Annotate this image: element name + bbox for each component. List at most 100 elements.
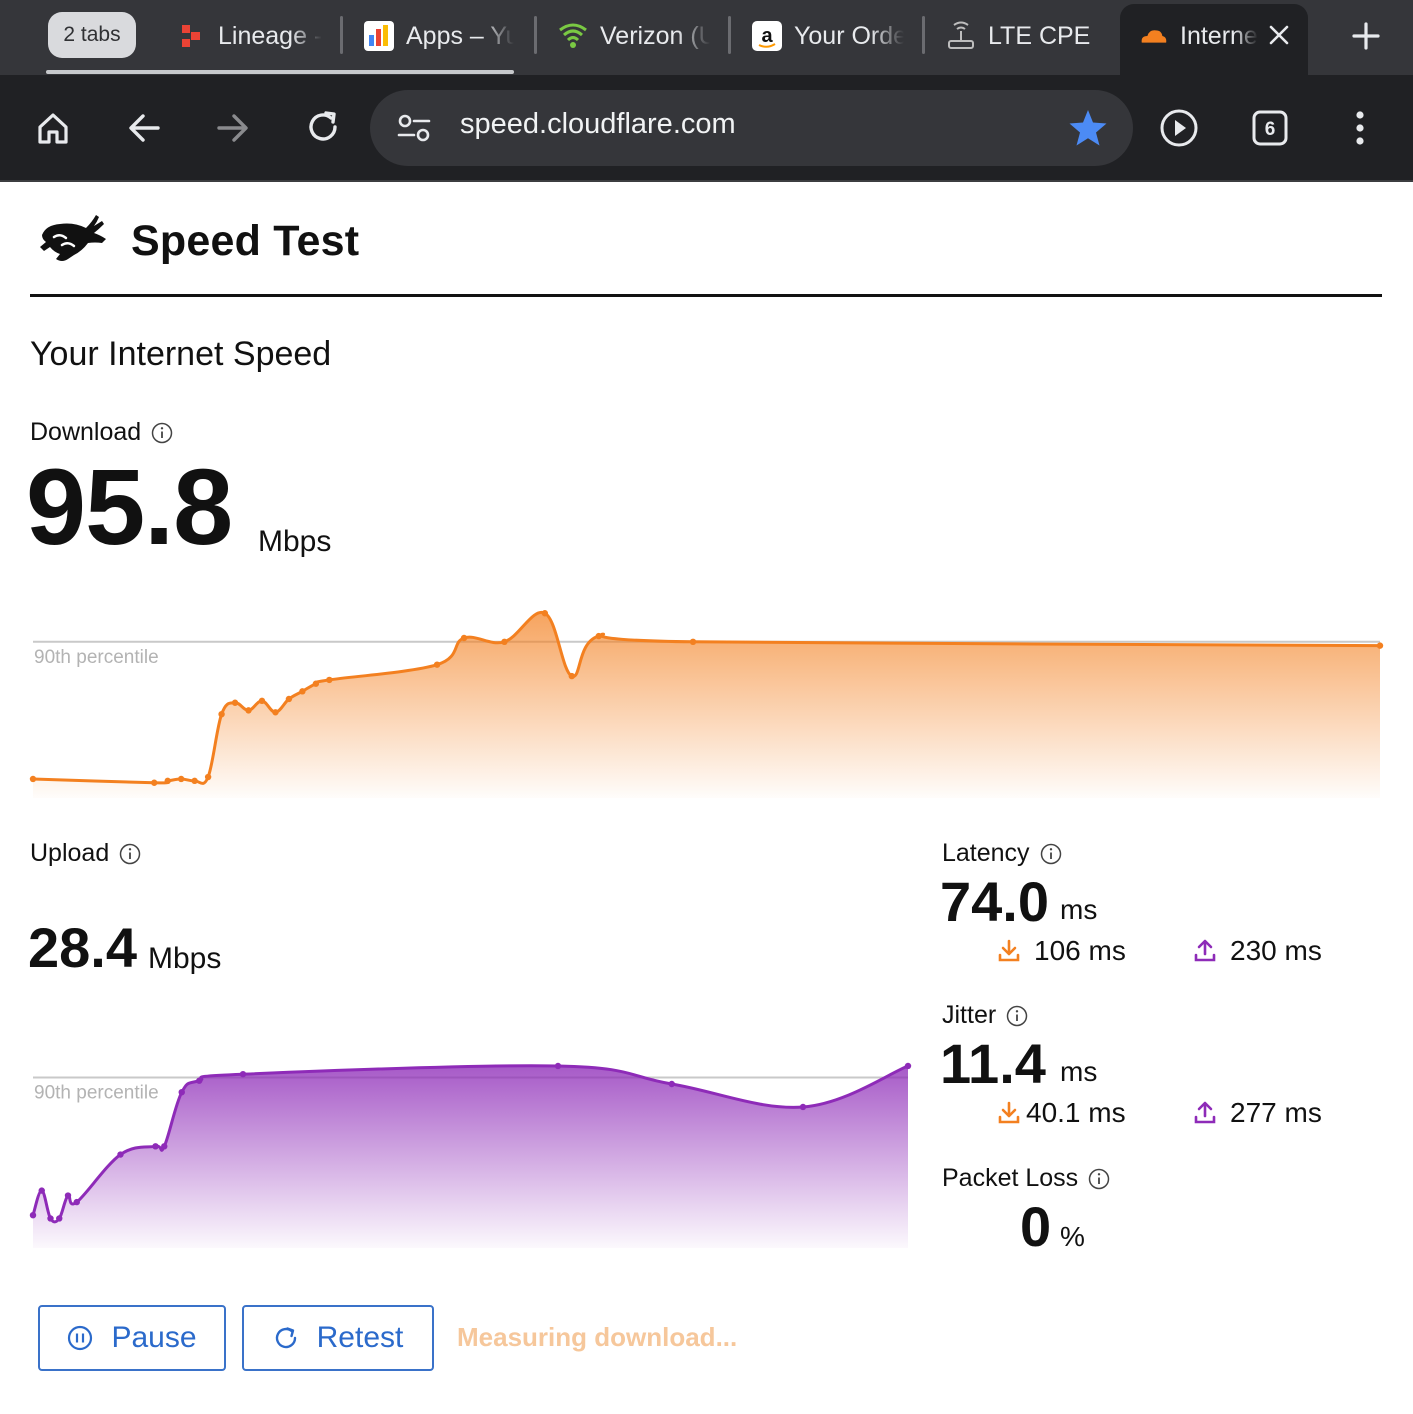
section-title: Your Internet Speed: [30, 335, 332, 373]
latency-value: 74.0: [940, 870, 1049, 933]
tab-title: Apps – Yu: [406, 21, 514, 50]
bookmark-button[interactable]: [1066, 106, 1110, 150]
browser-toolbar: speed.cloudflare.com 6: [0, 75, 1413, 182]
download-data-point: [285, 695, 293, 703]
download-data-point: [433, 661, 441, 668]
svg-text:a: a: [761, 25, 773, 47]
upload-data-point: [554, 1062, 562, 1070]
latency-label: Latency: [942, 839, 1062, 868]
tab-group-chip[interactable]: 2 tabs: [48, 12, 136, 58]
menu-button[interactable]: [1334, 102, 1386, 154]
star-icon: [1069, 110, 1107, 146]
jitter-unit: ms: [1060, 1056, 1098, 1087]
download-data-point: [541, 610, 549, 617]
tab-lte-cpe[interactable]: LTE CPE: [946, 14, 1096, 58]
jitter-download-value: 40.1 ms: [1026, 1097, 1126, 1128]
site-info-button[interactable]: [394, 110, 434, 146]
close-tab-button[interactable]: [1263, 18, 1295, 52]
info-icon[interactable]: [119, 843, 141, 865]
plus-icon: [1352, 22, 1380, 50]
pause-label: Pause: [111, 1321, 197, 1354]
tab-title: Interne: [1180, 21, 1258, 50]
download-data-point: [218, 710, 225, 718]
retest-button[interactable]: Retest: [242, 1305, 434, 1371]
tab-title: Verizon (U: [600, 21, 710, 50]
status-text: Measuring download...: [457, 1322, 738, 1352]
latency-upload-value: 230 ms: [1230, 935, 1322, 966]
upload-data-point: [117, 1151, 124, 1158]
page-title: Speed Test: [131, 217, 360, 265]
address-bar[interactable]: speed.cloudflare.com: [370, 90, 1133, 166]
download-label: Download: [30, 418, 173, 447]
tab-amazon[interactable]: a Your Orde: [752, 14, 904, 58]
home-button[interactable]: [27, 102, 79, 154]
download-data-point: [1376, 642, 1384, 649]
upload-data-point: [47, 1215, 54, 1222]
media-play-button[interactable]: [1153, 102, 1205, 154]
tab-title: Your Orde: [794, 21, 904, 50]
download-data-point: [568, 672, 575, 680]
retest-label: Retest: [316, 1321, 404, 1354]
download-data-point: [460, 634, 468, 642]
jitter-upload-value: 277 ms: [1230, 1097, 1322, 1128]
info-icon[interactable]: [151, 422, 173, 444]
arrow-right-icon: [217, 114, 248, 142]
packet-loss-label-text: Packet Loss: [942, 1164, 1079, 1192]
download-data-point: [204, 773, 212, 781]
download-data-point: [299, 688, 306, 695]
tab-verizon[interactable]: Verizon (U: [558, 14, 710, 58]
lineage-icon: [176, 21, 206, 51]
percentile-label: 90th percentile: [34, 647, 159, 668]
reload-icon: [309, 111, 337, 141]
info-icon[interactable]: [1006, 1005, 1028, 1027]
tab-strip: 2 tabs Lineage - Apps – Yu Verizon (U a …: [0, 0, 1413, 75]
url-text[interactable]: speed.cloudflare.com: [460, 108, 736, 141]
info-icon[interactable]: [1088, 1168, 1110, 1190]
upload-data-point: [38, 1187, 45, 1194]
upload-area: [33, 1065, 908, 1248]
download-label-text: Download: [30, 418, 142, 446]
download-data-point: [501, 638, 508, 646]
jitter-value: 11.4: [940, 1032, 1046, 1095]
tune-icon: [397, 114, 431, 142]
tab-switcher-button[interactable]: 6: [1244, 102, 1296, 154]
percentile-label: 90th percentile: [34, 1082, 159, 1103]
packet-loss-label: Packet Loss: [942, 1164, 1110, 1193]
speed-test-page: Speed Test Your Internet Speed Download …: [0, 183, 1413, 1414]
forward-button[interactable]: [207, 102, 259, 154]
download-data-point: [231, 699, 239, 706]
tab-apps[interactable]: Apps – Yu: [364, 14, 514, 58]
info-icon[interactable]: [1040, 843, 1062, 865]
arrow-left-icon: [129, 114, 160, 142]
download-data-point: [312, 680, 320, 687]
wifi-icon: [558, 21, 588, 51]
amazon-icon: a: [752, 21, 782, 51]
download-unit: Mbps: [258, 525, 332, 558]
apps-icon: [364, 21, 394, 51]
jitter-download: 40.1 ms: [998, 1097, 1126, 1129]
download-data-point: [595, 632, 602, 640]
tab-lineage[interactable]: Lineage -: [176, 14, 324, 58]
tab-separator: [534, 16, 537, 54]
latency-download: 106 ms: [998, 935, 1126, 967]
upload-data-point: [799, 1103, 807, 1111]
upload-unit: Mbps: [148, 942, 222, 975]
reload-button[interactable]: [297, 101, 349, 153]
upload-data-point: [904, 1062, 912, 1070]
pause-button[interactable]: Pause: [38, 1305, 226, 1371]
tab-internet[interactable]: Interne: [1138, 14, 1260, 58]
back-button[interactable]: [118, 102, 170, 154]
download-data-point: [689, 638, 697, 646]
tab-title: Lineage -: [218, 21, 323, 50]
upload-data-point: [64, 1192, 72, 1199]
latency-upload: 230 ms: [1194, 935, 1322, 967]
download-data-point: [151, 779, 158, 786]
packet-loss-value: 0: [1020, 1195, 1052, 1258]
upload-value: 28.4: [28, 916, 137, 979]
download-chart: 90th percentile: [0, 583, 1413, 808]
new-tab-button[interactable]: [1345, 16, 1387, 56]
latency-label-text: Latency: [942, 839, 1030, 867]
upload-data-point: [239, 1070, 247, 1078]
tab-separator: [922, 16, 925, 54]
tab-group-underline: [46, 70, 514, 74]
